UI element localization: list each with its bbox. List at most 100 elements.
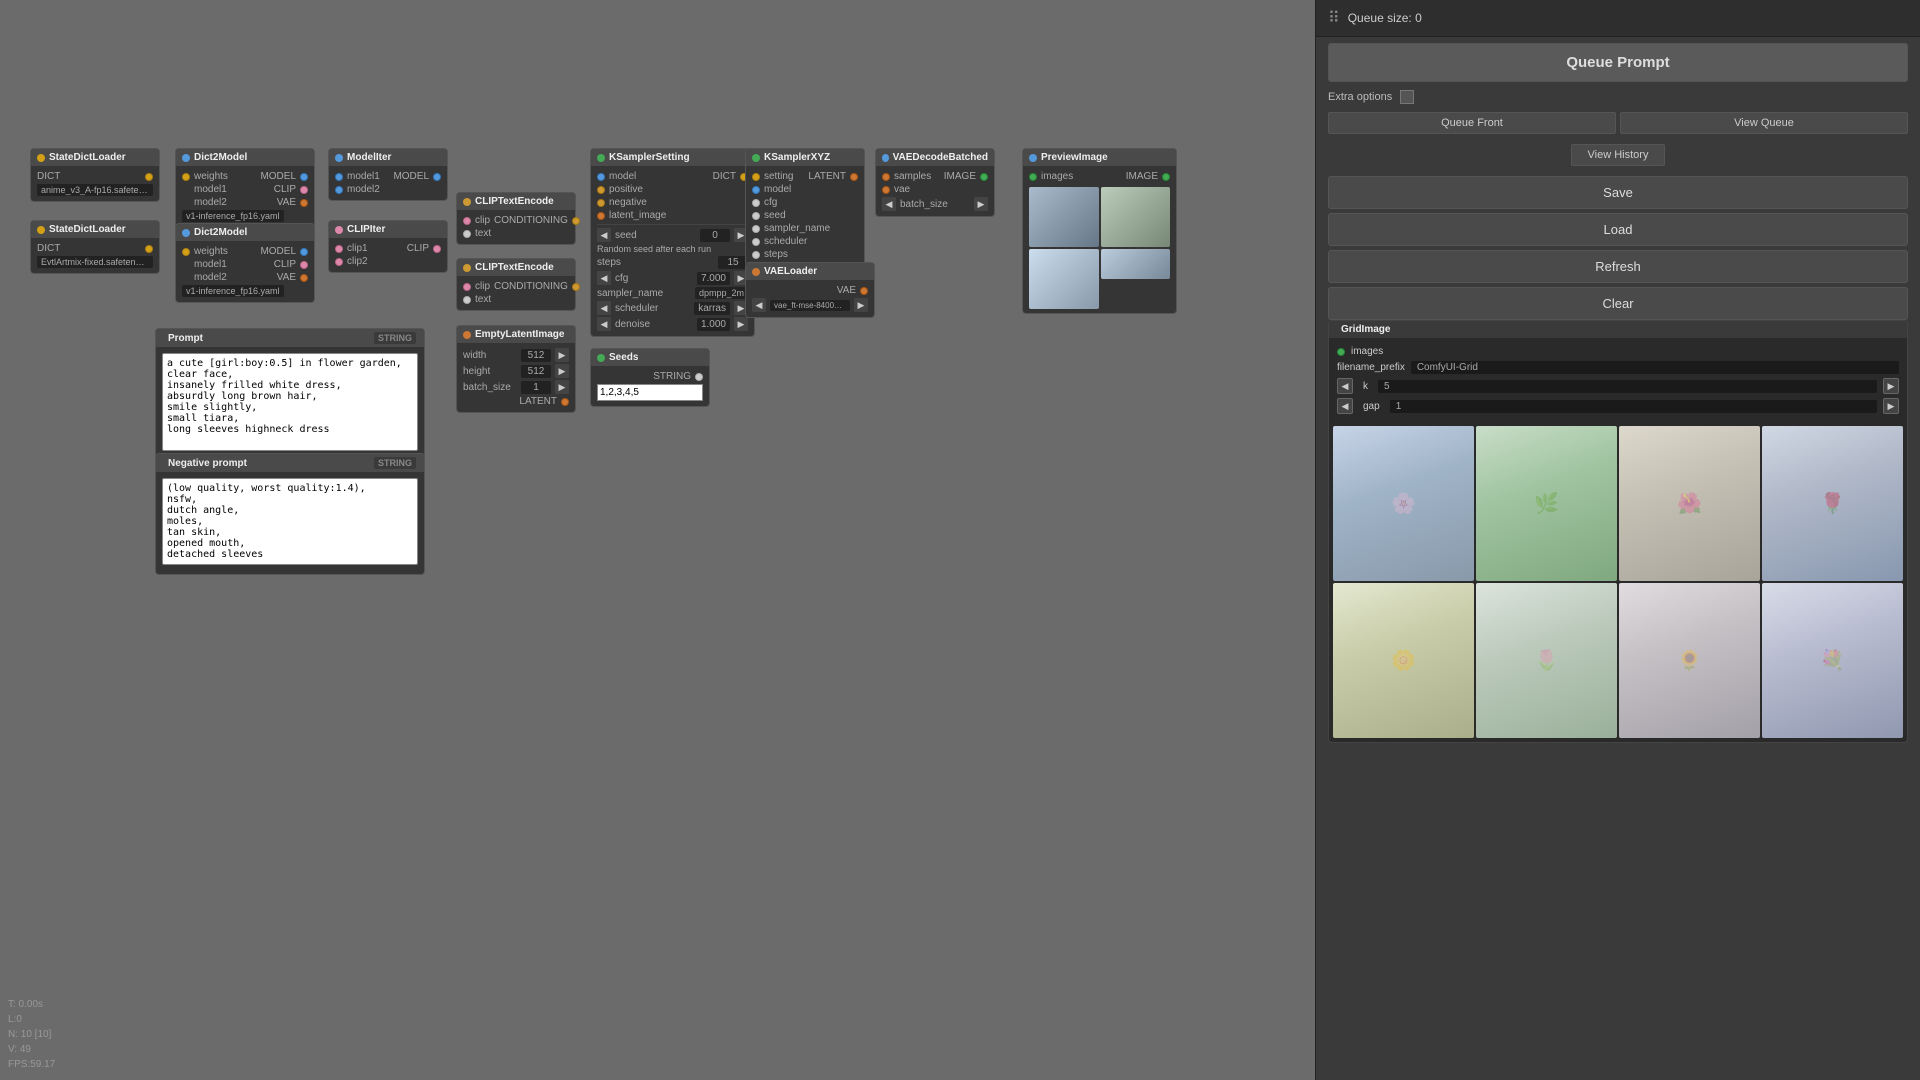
port-out	[433, 173, 441, 181]
k-decrease-btn[interactable]: ◀	[1337, 378, 1353, 394]
queue-front-button[interactable]: Queue Front	[1328, 112, 1616, 134]
node-title: EmptyLatentImage	[475, 329, 564, 340]
node-dict2model-2: Dict2Model weights MODEL model1 CLIP mod…	[175, 223, 315, 303]
port-dict-out	[145, 245, 153, 253]
port-in	[1029, 173, 1037, 181]
port-in	[335, 186, 343, 194]
port-in	[752, 199, 760, 207]
extra-options-row: Extra options	[1316, 86, 1920, 108]
prompt-textarea[interactable]	[162, 353, 418, 451]
port-in	[597, 212, 605, 220]
cfg-decrease[interactable]: ◀	[597, 271, 611, 285]
port-out	[300, 274, 308, 282]
node-seeds: Seeds STRING	[590, 348, 710, 407]
queue-header: ⠿ Queue size: 0	[1316, 0, 1920, 37]
batch-increase2[interactable]: ▶	[974, 197, 988, 211]
port-out	[860, 287, 868, 295]
grid-img-8: 💐	[1762, 583, 1903, 738]
grid-img-7: 🌻	[1619, 583, 1760, 738]
port-out	[572, 217, 580, 225]
node-negative-prompt: Negative prompt STRING	[155, 453, 425, 575]
refresh-button[interactable]: Refresh	[1328, 250, 1908, 283]
node-title: CLIPTextEncode	[475, 262, 554, 273]
seed-decrease[interactable]: ◀	[597, 228, 611, 242]
grid-img-2: 🌿	[1476, 426, 1617, 581]
view-history-button[interactable]: View History	[1571, 144, 1666, 166]
port-in	[335, 245, 343, 253]
port-in	[752, 238, 760, 246]
port-in	[752, 225, 760, 233]
node-title: StateDictLoader	[49, 152, 126, 163]
batch-increase-btn[interactable]: ▶	[555, 380, 569, 394]
preview-img-2	[1101, 187, 1171, 247]
extra-options-label: Extra options	[1328, 91, 1392, 103]
grid-img-3: 🌺	[1619, 426, 1760, 581]
port-in	[463, 296, 471, 304]
preview-img-3	[1029, 249, 1099, 309]
denoise-decrease[interactable]: ◀	[597, 317, 611, 331]
node-title: CLIPTextEncode	[475, 196, 554, 207]
preview-img-4	[1101, 249, 1171, 279]
save-button[interactable]: Save	[1328, 176, 1908, 209]
gap-increase-btn[interactable]: ▶	[1883, 398, 1899, 414]
vae-decrease[interactable]: ◀	[752, 298, 766, 312]
node-title: PreviewImage	[1041, 152, 1108, 163]
grid-img-4: 🌹	[1762, 426, 1903, 581]
status-fps: FPS:59.17	[8, 1057, 55, 1072]
node-title: KSamplerXYZ	[764, 152, 830, 163]
width-increase-btn[interactable]: ▶	[555, 348, 569, 362]
queue-size-label: Queue size: 0	[1348, 11, 1422, 25]
port-out	[1162, 173, 1170, 181]
node-vae-loader: VAELoader VAE ◀ vae_ft-mse-840000... ▶	[745, 262, 875, 318]
queue-prompt-button[interactable]: Queue Prompt	[1328, 43, 1908, 82]
grid-img-6: 🌷	[1476, 583, 1617, 738]
extra-options-checkbox[interactable]	[1400, 90, 1414, 104]
prompt-title: Prompt	[168, 333, 203, 344]
grid-image-title: GridImage	[1341, 324, 1390, 335]
status-bar: T: 0.00s L:0 N: 10 [10] V: 49 FPS:59.17	[8, 997, 55, 1072]
node-modeliter: ModelIter model1 MODEL model2	[328, 148, 448, 201]
port-in	[335, 258, 343, 266]
port-in	[882, 186, 890, 194]
port-in	[463, 230, 471, 238]
scheduler-decrease[interactable]: ◀	[597, 301, 611, 315]
port-out	[561, 398, 569, 406]
port-out	[300, 186, 308, 194]
denoise-increase[interactable]: ▶	[734, 317, 748, 331]
node-state-dict-loader-1: StateDictLoader DICT anime_v3_A-fp16.saf…	[30, 148, 160, 202]
port-in	[752, 173, 760, 181]
clear-button[interactable]: Clear	[1328, 287, 1908, 320]
vae-increase[interactable]: ▶	[854, 298, 868, 312]
node-preview-image: PreviewImage images IMAGE	[1022, 148, 1177, 314]
view-queue-button[interactable]: View Queue	[1620, 112, 1908, 134]
port-in	[597, 186, 605, 194]
node-title: VAEDecodeBatched	[893, 152, 988, 163]
batch-decrease[interactable]: ◀	[882, 197, 896, 211]
status-l: L:0	[8, 1012, 55, 1027]
port-out	[300, 173, 308, 181]
sub-buttons: Queue Front View Queue	[1316, 108, 1920, 138]
gap-decrease-btn[interactable]: ◀	[1337, 398, 1353, 414]
port-in	[752, 251, 760, 259]
grid-display: 🌸 🌿 🌺 🌹 🌼 🌷 🌻 💐	[1329, 422, 1907, 742]
node-ksampler-setting: KSamplerSetting model DICT positive nega…	[590, 148, 755, 337]
port-out	[695, 373, 703, 381]
status-n: N: 10 [10]	[8, 1027, 55, 1042]
port-in	[882, 173, 890, 181]
node-clip-text-encode-2: CLIPTextEncode clip CONDITIONING text	[456, 258, 576, 311]
port-in	[597, 173, 605, 181]
negative-prompt-textarea[interactable]	[162, 478, 418, 565]
k-increase-btn[interactable]: ▶	[1883, 378, 1899, 394]
negative-prompt-badge: STRING	[374, 457, 416, 469]
canvas-area[interactable]: StateDictLoader DICT anime_v3_A-fp16.saf…	[0, 0, 1315, 1080]
status-v: V: 49	[8, 1042, 55, 1057]
load-button[interactable]: Load	[1328, 213, 1908, 246]
height-increase-btn[interactable]: ▶	[555, 364, 569, 378]
seeds-input[interactable]	[597, 384, 703, 401]
prompt-badge: STRING	[374, 332, 416, 344]
node-title: VAELoader	[764, 266, 817, 277]
port-out	[300, 199, 308, 207]
node-vae-decode: VAEDecodeBatched samples IMAGE vae ◀ bat…	[875, 148, 995, 217]
grid-img-1: 🌸	[1333, 426, 1474, 581]
grid-image-panel: GridImage images filename_prefix ComfyUI…	[1328, 320, 1908, 743]
